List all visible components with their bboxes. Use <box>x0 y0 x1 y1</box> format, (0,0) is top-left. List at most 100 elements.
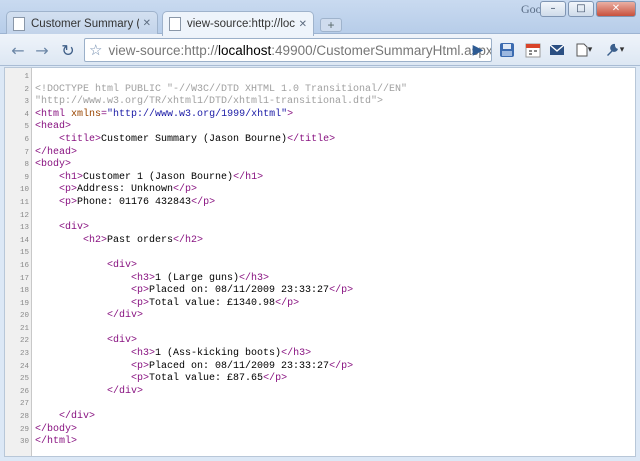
url-rest: :49900/CustomerSummaryHtml.aspx?cus <box>271 42 491 58</box>
new-tab-button[interactable]: + <box>320 18 342 32</box>
line-number: 30 <box>19 438 29 447</box>
close-tab-icon[interactable]: ✕ <box>143 18 151 29</box>
markup-tag: <h3> <box>131 272 156 284</box>
markup-tag: </div> <box>59 411 96 423</box>
line-code: </div> <box>35 386 143 399</box>
source-line: 28 </div> <box>5 411 635 424</box>
markup-tag: </p> <box>263 373 288 385</box>
line-number: 23 <box>19 350 29 359</box>
line-number: 6 <box>24 135 29 144</box>
markup-tag: <h2> <box>83 234 108 246</box>
source-line: 5 <head> <box>5 121 635 134</box>
line-code: <h3>1 (Large guns)</h3> <box>35 273 269 286</box>
text-content <box>35 411 59 422</box>
back-button[interactable]: ← <box>6 39 30 61</box>
tab-label: view-source:http://localh <box>187 18 295 30</box>
text-content: Phone: 01176 432843 <box>77 196 192 208</box>
text-content <box>35 235 83 246</box>
line-code: <h2>Past orders</h2> <box>35 235 203 248</box>
source-line: 21 <box>5 323 635 336</box>
line-code: <p>Placed on: 08/11/2009 23:33:27</p> <box>35 361 353 374</box>
source-line: 9 <h1>Customer 1 (Jason Bourne)</h1> <box>5 172 635 185</box>
markup-tag: </p> <box>329 360 354 372</box>
line-code: </div> <box>35 411 95 424</box>
mail-icon[interactable] <box>548 41 566 59</box>
markup-tag: </h3> <box>281 348 312 360</box>
markup-tag: </p> <box>329 285 354 297</box>
source-line: 25 <p>Total value: £87.65</p> <box>5 373 635 386</box>
doctype-text: "http://www.w3.org/TR/xhtml1/DTD/xhtml1-… <box>35 96 384 108</box>
markup-tag: </html> <box>35 436 78 448</box>
line-number: 17 <box>19 274 29 283</box>
line-code: <p>Placed on: 08/11/2009 23:33:27</p> <box>35 285 353 298</box>
text-content <box>35 348 131 359</box>
markup-tag: <p> <box>59 184 78 196</box>
close-tab-icon[interactable]: ✕ <box>299 19 307 30</box>
save-icon[interactable] <box>498 41 516 59</box>
line-code: "http://www.w3.org/TR/xhtml1/DTD/xhtml1-… <box>35 96 383 109</box>
markup-tag: <p> <box>131 373 150 385</box>
line-number: 27 <box>19 400 29 409</box>
maximize-button[interactable]: □ <box>568 1 594 17</box>
markup-tag: </div> <box>107 310 144 322</box>
line-number: 18 <box>19 287 29 296</box>
text-content <box>35 222 59 233</box>
minimize-button[interactable]: – <box>540 1 566 17</box>
markup-tag: </p> <box>191 196 216 208</box>
tab-view-source[interactable]: view-source:http://localh ✕ <box>162 11 314 36</box>
line-code: <h3>1 (Ass-kicking boots)</h3> <box>35 348 311 361</box>
source-line: 16 <div> <box>5 260 635 273</box>
markup-tag: <html <box>35 108 72 120</box>
page-menu-button[interactable]: ▾ <box>572 41 596 59</box>
close-window-button[interactable]: ✕ <box>596 1 636 17</box>
source-line: 3 "http://www.w3.org/TR/xhtml1/DTD/xhtml1… <box>5 96 635 109</box>
source-view[interactable]: 1 2 <!DOCTYPE html PUBLIC "-//W3C//DTD XHT… <box>4 67 636 457</box>
text-content <box>35 134 59 145</box>
text-content <box>35 361 131 372</box>
source-line: 4 <html xmlns="http://www.w3.org/1999/xht… <box>5 109 635 122</box>
line-number: 25 <box>19 375 29 384</box>
source-line: 15 <box>5 247 635 260</box>
tools-menu-button[interactable]: ▾ <box>602 41 628 59</box>
line-number: 2 <box>24 85 29 94</box>
line-code: <title>Customer Summary (Jason Bourne)</… <box>35 134 335 147</box>
bookmark-star-icon[interactable]: ☆ <box>89 41 102 59</box>
line-code: <p>Total value: £1340.98</p> <box>35 298 299 311</box>
url-text[interactable]: view-source:http://localhost:49900/Custo… <box>108 43 491 58</box>
text-content: 1 (Ass-kicking boots) <box>155 348 282 360</box>
tab-customer-summary[interactable]: Customer Summary (Jas ✕ <box>6 11 158 35</box>
chevron-down-icon: ▾ <box>619 45 625 55</box>
attribute-name: xmlns <box>71 108 102 120</box>
source-line: 1 <box>5 71 635 84</box>
markup-tag: <p> <box>131 285 150 297</box>
source-line: 8 <body> <box>5 159 635 172</box>
reload-button[interactable]: ↻ <box>56 39 80 61</box>
line-number: 3 <box>24 98 29 107</box>
line-number: 26 <box>19 387 29 396</box>
markup-tag: </p> <box>275 297 300 309</box>
forward-button[interactable]: → <box>30 39 54 61</box>
markup-tag: </h2> <box>173 234 204 246</box>
url-prefix: view-source:http:// <box>108 42 218 58</box>
markup-tag: </p> <box>173 184 198 196</box>
source-line: 10 <p>Address: Unknown</p> <box>5 184 635 197</box>
text-content: 1 (Large guns) <box>155 272 240 284</box>
address-bar[interactable]: ☆ view-source:http://localhost:49900/Cus… <box>84 38 492 62</box>
source-line: 27 <box>5 398 635 411</box>
line-code: <body> <box>35 159 71 172</box>
markup-tag: </title> <box>287 133 336 145</box>
go-button[interactable]: ▶ <box>469 41 487 59</box>
line-number: 24 <box>19 362 29 371</box>
text-content: Total value: £1340.98 <box>149 297 276 309</box>
source-line: 29 </body> <box>5 424 635 437</box>
line-number: 21 <box>19 324 29 333</box>
calendar-icon[interactable] <box>524 41 542 59</box>
source-line: 7 </head> <box>5 147 635 160</box>
line-number: 29 <box>19 425 29 434</box>
markup-tag: > <box>287 108 294 120</box>
markup-tag: <div> <box>107 259 138 271</box>
markup-tag: </h1> <box>233 171 264 183</box>
source-line: 12 <box>5 210 635 223</box>
doctype-text: <!DOCTYPE html PUBLIC "-//W3C//DTD XHTML… <box>35 83 408 95</box>
line-number: 14 <box>19 236 29 245</box>
